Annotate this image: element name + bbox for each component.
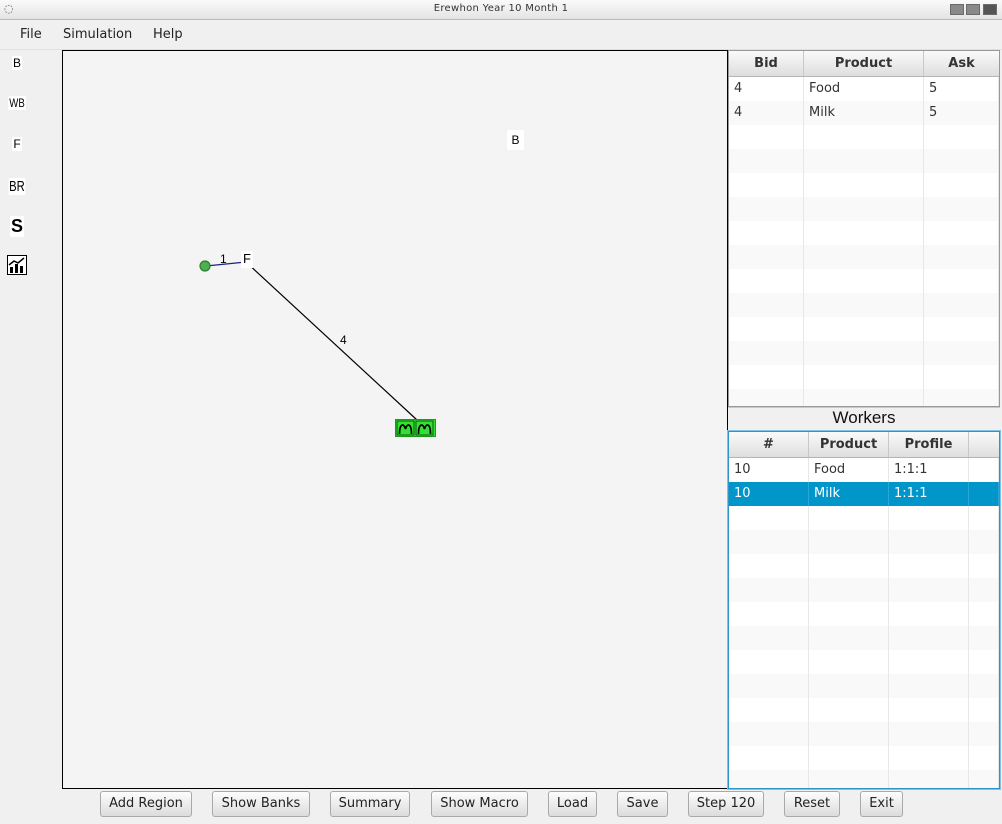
save-button[interactable]: Save — [617, 791, 668, 817]
cell-ask: 5 — [924, 101, 999, 125]
load-button[interactable]: Load — [548, 791, 597, 817]
table-row[interactable]: 10 Food 1:1:1 — [729, 458, 999, 482]
col-ask[interactable]: Ask — [924, 51, 999, 76]
long-edge-label: 4 — [340, 333, 347, 347]
exit-button[interactable]: Exit — [860, 791, 903, 817]
cell-profile: 1:1:1 — [889, 482, 969, 506]
col-spacer — [969, 432, 999, 457]
market-node[interactable] — [395, 419, 436, 437]
window-title: Erewhon Year 10 Month 1 — [433, 3, 569, 14]
tool-chart[interactable] — [6, 254, 28, 276]
step-button[interactable]: Step 120 — [688, 791, 764, 817]
table-row[interactable]: 4 Food 5 — [729, 77, 999, 101]
tool-shop[interactable]: S — [6, 215, 28, 237]
cell-count: 10 — [729, 482, 809, 506]
workers-empty-rows — [729, 506, 999, 788]
tool-wholesale-bank[interactable]: WB — [8, 92, 26, 114]
map-canvas[interactable]: B F 1 4 — [62, 50, 728, 789]
show-banks-button[interactable]: Show Banks — [212, 791, 310, 817]
market-table[interactable]: Bid Product Ask 4 Food 5 4 Milk 5 — [728, 50, 1000, 407]
tool-bank-label: B — [11, 56, 22, 70]
show-macro-button[interactable]: Show Macro — [431, 791, 528, 817]
menu-file[interactable]: File — [20, 27, 42, 42]
workers-table[interactable]: # Product Profile 10 Food 1:1:1 10 Milk … — [728, 431, 1000, 789]
milk-market-icon — [396, 420, 434, 436]
col-profile[interactable]: Profile — [889, 432, 969, 457]
tool-wholesale-bank-label: WB — [8, 96, 26, 110]
add-region-button[interactable]: Add Region — [100, 791, 192, 817]
col-product[interactable]: Product — [809, 432, 889, 457]
chart-icon — [7, 255, 27, 275]
menu-bar: File Simulation Help — [0, 20, 1002, 50]
short-edge-label: 1 — [220, 252, 227, 266]
long-edge — [245, 261, 418, 421]
factory-node[interactable]: F — [241, 251, 253, 268]
market-empty-rows — [729, 125, 999, 406]
cell-product: Milk — [809, 482, 889, 506]
reset-button[interactable]: Reset — [784, 791, 840, 817]
cell-product: Food — [809, 458, 889, 482]
col-product[interactable]: Product — [804, 51, 924, 76]
close-window-button[interactable] — [983, 4, 997, 15]
cell-bid: 4 — [729, 77, 804, 101]
cell-bid: 4 — [729, 101, 804, 125]
menu-help[interactable]: Help — [153, 27, 183, 42]
cell-profile: 1:1:1 — [889, 458, 969, 482]
col-count[interactable]: # — [729, 432, 809, 457]
market-table-header: Bid Product Ask — [729, 51, 999, 77]
tool-factory-label: F — [12, 137, 22, 151]
title-bar: ◌ Erewhon Year 10 Month 1 — [0, 0, 1002, 20]
bank-node[interactable]: B — [507, 130, 524, 150]
table-row[interactable]: 4 Milk 5 — [729, 101, 999, 125]
tool-bank[interactable]: B — [6, 52, 28, 74]
cell-count: 10 — [729, 458, 809, 482]
cell-product: Milk — [804, 101, 924, 125]
col-bid[interactable]: Bid — [729, 51, 804, 76]
tool-branch[interactable]: BR — [8, 175, 26, 197]
menu-simulation[interactable]: Simulation — [63, 27, 132, 42]
tool-branch-label: BR — [8, 177, 26, 195]
cell-ask: 5 — [924, 77, 999, 101]
cell-product: Food — [804, 77, 924, 101]
minimize-button[interactable] — [950, 4, 964, 15]
table-row-selected[interactable]: 10 Milk 1:1:1 — [729, 482, 999, 506]
workers-title: Workers — [832, 408, 896, 427]
origin-node[interactable] — [199, 260, 211, 272]
tool-factory[interactable]: F — [6, 133, 28, 155]
workers-table-header: # Product Profile — [729, 432, 999, 458]
tool-shop-label: S — [9, 215, 24, 237]
maximize-button[interactable] — [966, 4, 980, 15]
summary-button[interactable]: Summary — [330, 791, 410, 817]
